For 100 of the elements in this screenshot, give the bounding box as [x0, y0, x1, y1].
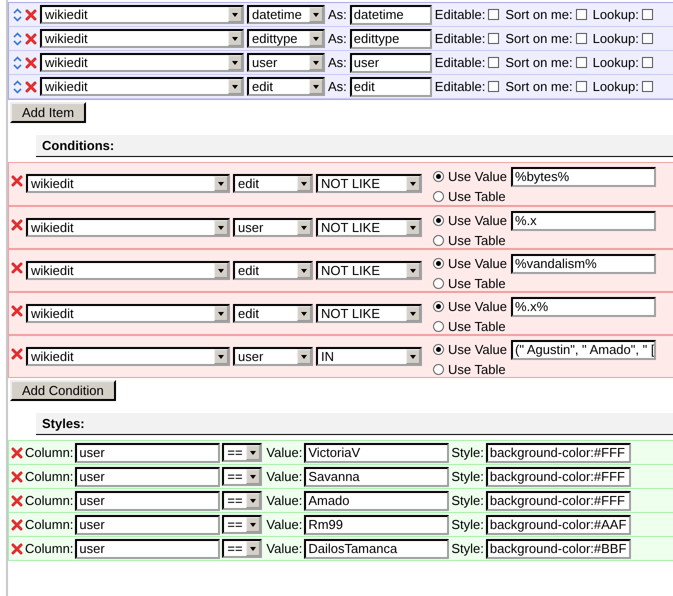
- operator-select[interactable]: NOT LIKE: [316, 174, 422, 193]
- use-table-radio[interactable]: [433, 235, 444, 246]
- style-label: Style:: [451, 517, 484, 532]
- editable-checkbox[interactable]: [488, 33, 500, 44]
- value-input[interactable]: %.x%: [511, 296, 656, 316]
- delete-icon[interactable]: [11, 348, 23, 360]
- value-input[interactable]: %bytes%: [511, 166, 656, 186]
- column-input[interactable]: user: [75, 514, 220, 534]
- editable-checkbox[interactable]: [488, 81, 500, 92]
- delete-icon[interactable]: [11, 542, 23, 554]
- style-input[interactable]: background-color:#FFF: [486, 466, 631, 486]
- alias-input[interactable]: edittype: [350, 28, 432, 48]
- value-input[interactable]: VictoriaV: [304, 442, 450, 462]
- delete-icon[interactable]: [11, 470, 23, 482]
- use-table-label: Use Table: [448, 276, 506, 291]
- table-select[interactable]: wikiedit: [26, 347, 230, 366]
- field-select[interactable]: user: [247, 53, 325, 72]
- lookup-checkbox[interactable]: [642, 81, 653, 92]
- style-input[interactable]: background-color:#AAF: [486, 514, 631, 534]
- value-input[interactable]: Amado: [304, 490, 450, 510]
- style-input[interactable]: background-color:#FFF: [486, 490, 631, 510]
- use-table-radio[interactable]: [433, 191, 444, 202]
- delete-icon[interactable]: [11, 446, 23, 458]
- field-select[interactable]: edit: [233, 304, 313, 323]
- sort-checkbox[interactable]: [576, 81, 587, 92]
- value-input[interactable]: (" Agustin", " Amado", " [: [511, 340, 656, 360]
- delete-icon[interactable]: [11, 175, 23, 187]
- operator-select[interactable]: ==: [222, 515, 262, 534]
- style-input[interactable]: background-color:#FFF: [486, 442, 631, 462]
- value-input[interactable]: DailosTamanca: [304, 538, 450, 558]
- delete-icon[interactable]: [11, 494, 23, 506]
- value-input[interactable]: %.x: [511, 210, 656, 230]
- use-table-radio[interactable]: [433, 321, 444, 332]
- operator-select[interactable]: NOT LIKE: [316, 304, 422, 323]
- table-select[interactable]: wikiedit: [26, 261, 230, 280]
- table-select[interactable]: wikiedit: [26, 218, 230, 237]
- delete-icon[interactable]: [11, 305, 23, 317]
- lookup-checkbox[interactable]: [642, 33, 653, 44]
- sort-checkbox[interactable]: [576, 9, 587, 20]
- lookup-checkbox[interactable]: [642, 57, 653, 68]
- use-value-radio[interactable]: [433, 171, 444, 182]
- column-input[interactable]: user: [75, 490, 220, 510]
- delete-icon[interactable]: [11, 518, 23, 530]
- value-label: Value:: [266, 493, 302, 508]
- delete-icon[interactable]: [11, 219, 23, 231]
- operator-select[interactable]: IN: [316, 347, 422, 366]
- alias-input[interactable]: user: [350, 52, 432, 72]
- up-down-arrows-icon[interactable]: [13, 80, 22, 94]
- field-select[interactable]: datetime: [247, 5, 325, 24]
- delete-icon[interactable]: [25, 80, 37, 92]
- value-input[interactable]: %vandalism%: [511, 254, 656, 274]
- up-down-arrows-icon[interactable]: [13, 8, 22, 22]
- up-down-arrows-icon[interactable]: [13, 32, 22, 46]
- field-select[interactable]: user: [233, 347, 313, 366]
- column-input[interactable]: user: [75, 466, 220, 486]
- use-value-radio[interactable]: [433, 258, 444, 269]
- table-select[interactable]: wikiedit: [40, 77, 244, 96]
- field-select[interactable]: user: [233, 218, 313, 237]
- use-table-label: Use Table: [448, 319, 506, 334]
- field-select[interactable]: edit: [233, 261, 313, 280]
- alias-input[interactable]: edit: [350, 76, 432, 96]
- add-condition-button[interactable]: Add Condition: [10, 380, 116, 401]
- operator-select[interactable]: NOT LIKE: [316, 218, 422, 237]
- table-select[interactable]: wikiedit: [40, 5, 244, 24]
- operator-select[interactable]: ==: [222, 539, 262, 558]
- table-select[interactable]: wikiedit: [40, 29, 244, 48]
- delete-icon[interactable]: [25, 56, 37, 68]
- field-select[interactable]: edit: [247, 77, 325, 96]
- lookup-checkbox[interactable]: [642, 9, 653, 20]
- column-input[interactable]: user: [75, 442, 220, 462]
- value-input[interactable]: Savanna: [304, 466, 450, 486]
- alias-input[interactable]: datetime: [350, 4, 432, 24]
- use-value-radio[interactable]: [433, 344, 444, 355]
- operator-select[interactable]: ==: [222, 443, 262, 462]
- table-select[interactable]: wikiedit: [26, 174, 230, 193]
- delete-icon[interactable]: [25, 32, 37, 44]
- field-select[interactable]: edit: [233, 174, 313, 193]
- add-item-button[interactable]: Add Item: [10, 102, 86, 123]
- editable-checkbox[interactable]: [488, 57, 500, 68]
- operator-select[interactable]: ==: [222, 491, 262, 510]
- delete-icon[interactable]: [25, 8, 37, 20]
- field-select[interactable]: edittype: [247, 29, 325, 48]
- use-value-radio[interactable]: [433, 215, 444, 226]
- sort-checkbox[interactable]: [576, 57, 587, 68]
- up-down-arrows-icon[interactable]: [13, 56, 22, 70]
- table-select[interactable]: wikiedit: [40, 53, 244, 72]
- table-select[interactable]: wikiedit: [26, 304, 230, 323]
- sort-checkbox[interactable]: [576, 33, 587, 44]
- operator-select[interactable]: ==: [222, 467, 262, 486]
- style-input[interactable]: background-color:#BBF: [486, 538, 631, 558]
- use-value-radio[interactable]: [433, 301, 444, 312]
- use-table-radio[interactable]: [433, 364, 444, 375]
- editable-checkbox[interactable]: [488, 9, 500, 20]
- column-input[interactable]: user: [75, 538, 220, 558]
- delete-icon[interactable]: [11, 262, 23, 274]
- operator-select[interactable]: NOT LIKE: [316, 261, 422, 280]
- value-input[interactable]: Rm99: [304, 514, 450, 534]
- use-table-radio[interactable]: [433, 278, 444, 289]
- column-label: Column:: [25, 493, 74, 508]
- column-label: Column:: [25, 541, 74, 556]
